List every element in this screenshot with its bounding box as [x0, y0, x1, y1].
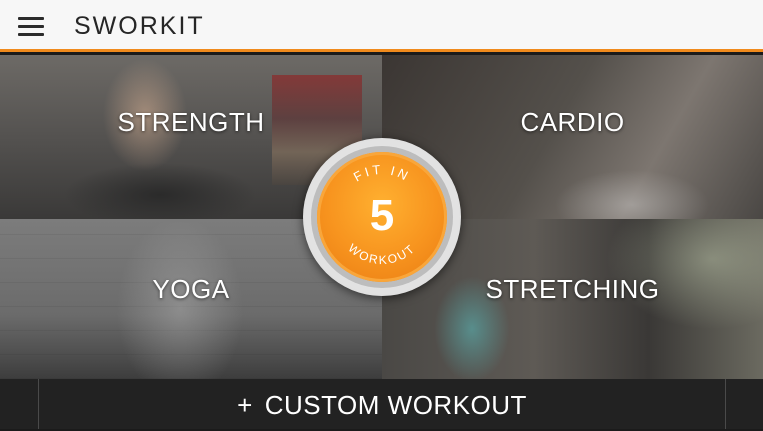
- tile-cardio-label: CARDIO: [520, 107, 625, 137]
- medallion-bottom-text: WORKOUT: [346, 241, 417, 267]
- hamburger-menu-icon[interactable]: [18, 15, 44, 37]
- medallion-number: 5: [369, 191, 395, 240]
- tile-strength-label: STRENGTH: [117, 107, 265, 137]
- plus-icon: +: [237, 390, 253, 420]
- app-header: SWORKIT: [0, 0, 763, 52]
- custom-workout-label: CUSTOM WORKOUT: [264, 390, 527, 420]
- app-logo: SWORKIT: [74, 12, 205, 40]
- medallion-top-text: FIT IN: [351, 162, 410, 185]
- custom-workout-button[interactable]: + CUSTOM WORKOUT: [38, 379, 726, 429]
- fit-in-5-workout-button[interactable]: FIT IN WORKOUT 5: [303, 138, 461, 296]
- custom-workout-bar: + CUSTOM WORKOUT: [0, 379, 763, 429]
- svg-text:FIT IN: FIT IN: [351, 162, 413, 185]
- svg-text:WORKOUT: WORKOUT: [346, 241, 419, 267]
